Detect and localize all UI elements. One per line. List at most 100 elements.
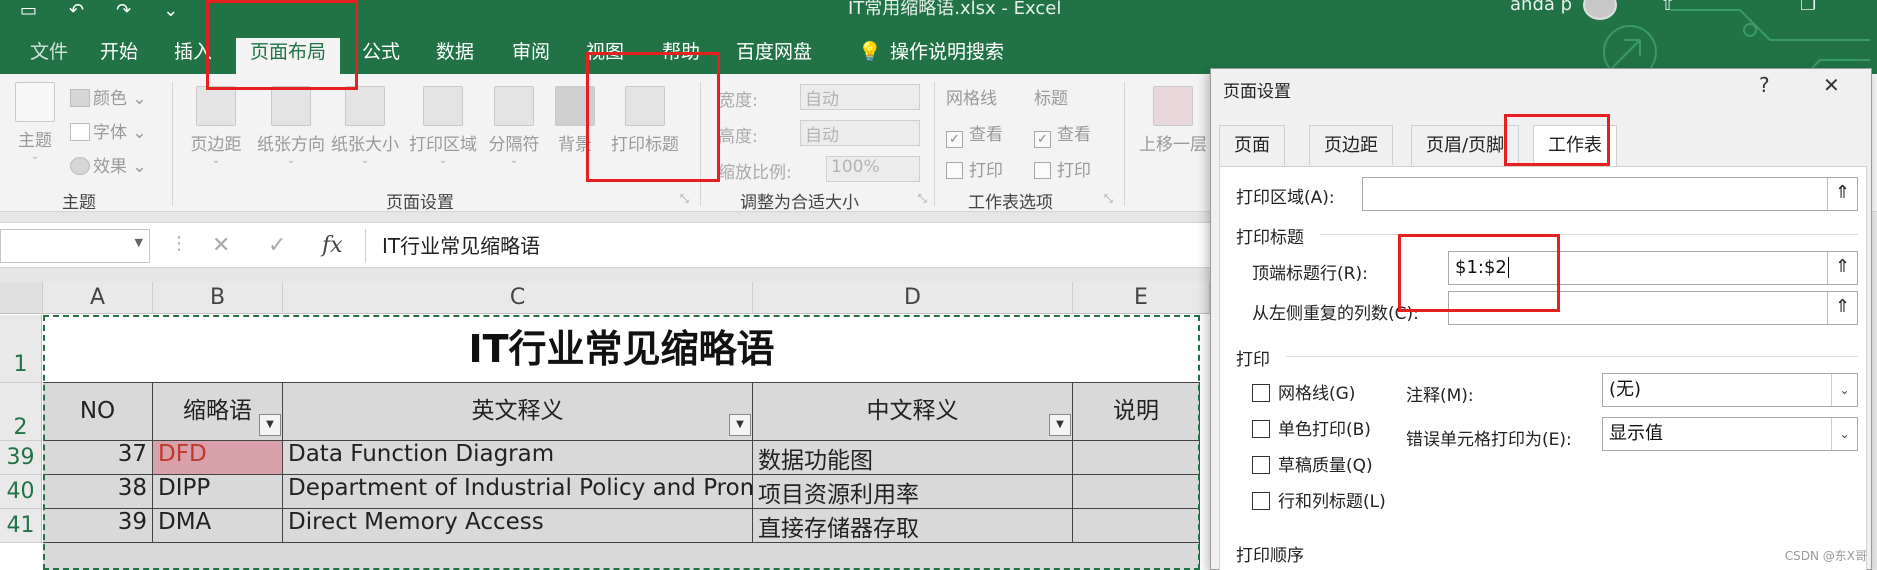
dialog-tab-page[interactable]: 页面	[1219, 125, 1285, 165]
draft-quality-checkbox[interactable]: 草稿质量(Q)	[1252, 451, 1373, 476]
enter-icon[interactable]: ✓	[268, 233, 286, 258]
print-titles-button[interactable]: 打印标题	[606, 86, 684, 155]
close-icon[interactable]: ✕	[1823, 73, 1840, 97]
row-header-2[interactable]: 2	[0, 383, 42, 441]
comments-select[interactable]: (无) ⌄	[1602, 373, 1858, 407]
row-header-39[interactable]: 39	[0, 441, 42, 475]
gridlines-view-checkbox[interactable]: ✓ 查看	[946, 120, 1003, 148]
column-header-d[interactable]: D	[753, 282, 1073, 314]
black-white-checkbox[interactable]: 单色打印(B)	[1252, 415, 1371, 440]
name-box[interactable]: ▼	[0, 229, 150, 263]
table-cell[interactable]: 项目资源利用率	[753, 475, 1073, 509]
row-header-1[interactable]: 1	[0, 315, 42, 383]
print-area-input[interactable]: ⇑	[1362, 177, 1858, 211]
select-all-corner[interactable]	[0, 282, 43, 314]
margins-button[interactable]: 页边距 ⌄	[186, 86, 246, 166]
tab-data[interactable]: 数据	[426, 40, 484, 74]
top-rows-input[interactable]: $1:$2 ⇑	[1448, 251, 1858, 285]
row-header-41[interactable]: 41	[0, 509, 42, 543]
table-cell[interactable]: Data Function Diagram	[283, 441, 753, 475]
fonts-button[interactable]: 字体 ⌄	[70, 118, 147, 143]
size-button[interactable]: 纸张大小 ⌄	[328, 86, 402, 166]
background-button[interactable]: 背景	[552, 86, 598, 155]
save-icon[interactable]: ▭	[20, 0, 37, 21]
column-header-b[interactable]: B	[153, 282, 283, 314]
collapse-dialog-icon[interactable]: ⇑	[1827, 178, 1857, 210]
row-col-headings-checkbox[interactable]: 行和列标题(L)	[1252, 487, 1386, 512]
table-cell[interactable]: Department of Industrial Policy and Prom…	[283, 475, 753, 509]
dialog-launcher-icon[interactable]: ⤡	[918, 192, 927, 206]
customize-qat-icon[interactable]: ⌄	[163, 0, 178, 21]
orientation-button[interactable]: 纸张方向 ⌄	[252, 86, 330, 166]
dialog-tab-header-footer[interactable]: 页眉/页脚	[1411, 125, 1520, 165]
bring-forward-button[interactable]: 上移一层	[1136, 86, 1210, 155]
chevron-down-icon: ⌄	[30, 151, 40, 162]
sheet-title-cell[interactable]: IT行业常见缩略语	[43, 315, 1200, 383]
table-cell[interactable]: 数据功能图	[753, 441, 1073, 475]
headings-print-checkbox[interactable]: 打印	[1034, 156, 1091, 181]
table-cell-highlighted[interactable]: DFD	[153, 441, 283, 475]
column-header-e[interactable]: E	[1073, 282, 1210, 314]
effects-button[interactable]: 效果 ⌄	[70, 152, 147, 177]
headings-view-checkbox[interactable]: ✓ 查看	[1034, 120, 1091, 148]
tab-view[interactable]: 视图	[576, 40, 634, 74]
table-cell[interactable]: 直接存储器存取	[753, 509, 1073, 543]
header-cell-note[interactable]: 说明	[1073, 383, 1200, 441]
gridlines-print-checkbox[interactable]: 打印	[946, 156, 1003, 181]
checkbox-checked-icon: ✓	[1034, 131, 1051, 148]
dialog-tab-margins[interactable]: 页边距	[1309, 125, 1393, 165]
tab-page-layout[interactable]: 页面布局	[236, 38, 341, 74]
tab-file[interactable]: 文件	[20, 40, 78, 74]
scale-input[interactable]: 100%	[826, 156, 920, 182]
header-cell-english[interactable]: 英文释义	[283, 383, 753, 441]
cancel-icon[interactable]: ✕	[212, 233, 230, 258]
help-button[interactable]: ?	[1759, 73, 1770, 97]
formula-input[interactable]: IT行业常见缩略语	[365, 229, 1210, 263]
tell-me-search[interactable]: 操作说明搜索	[880, 40, 1014, 74]
page-setup-dialog: 页面设置 ? ✕ 页面 页边距 页眉/页脚 工作表 打印区域(A): ⇑ 打印标…	[1210, 68, 1872, 570]
column-header-a[interactable]: A	[43, 282, 153, 314]
header-cell-chinese[interactable]: 中文释义	[753, 383, 1073, 441]
filter-dropdown-icon[interactable]: ▼	[1049, 414, 1071, 436]
dialog-tab-sheet[interactable]: 工作表	[1533, 125, 1617, 167]
tab-formulas[interactable]: 公式	[352, 40, 410, 74]
gridlines-checkbox[interactable]: 网格线(G)	[1252, 379, 1355, 404]
left-cols-input[interactable]: ⇑	[1448, 291, 1858, 325]
column-header-c[interactable]: C	[283, 282, 753, 314]
height-select[interactable]: 自动	[800, 120, 920, 146]
breaks-button[interactable]: 分隔符 ⌄	[484, 86, 544, 166]
table-cell[interactable]: DIPP	[153, 475, 283, 509]
collapse-dialog-icon[interactable]: ⇑	[1827, 252, 1857, 284]
header-cell-no[interactable]: NO	[43, 383, 153, 441]
tab-review[interactable]: 审阅	[502, 40, 560, 74]
print-area-button[interactable]: 打印区域 ⌄	[406, 86, 480, 166]
dialog-launcher-icon[interactable]: ⤡	[680, 192, 689, 206]
table-cell[interactable]	[1073, 441, 1200, 475]
orientation-icon	[271, 86, 311, 126]
errors-select[interactable]: 显示值 ⌄	[1602, 417, 1858, 451]
tab-help[interactable]: 帮助	[652, 40, 710, 74]
table-cell[interactable]: DMA	[153, 509, 283, 543]
more-icon: ⋮	[170, 233, 188, 254]
table-cell[interactable]: 37	[43, 441, 153, 475]
table-cell[interactable]: 38	[43, 475, 153, 509]
tab-home[interactable]: 开始	[90, 40, 148, 74]
themes-button[interactable]: 主题 ⌄	[12, 82, 58, 162]
redo-icon[interactable]: ↷	[116, 0, 131, 21]
insert-function-icon[interactable]: fx	[322, 233, 343, 258]
filter-dropdown-icon[interactable]: ▼	[729, 414, 751, 436]
dialog-launcher-icon[interactable]: ⤡	[1104, 192, 1113, 206]
colors-button[interactable]: 颜色 ⌄	[70, 84, 147, 109]
table-cell[interactable]: 39	[43, 509, 153, 543]
undo-icon[interactable]: ↶	[69, 0, 84, 21]
collapse-dialog-icon[interactable]: ⇑	[1827, 292, 1857, 324]
filter-dropdown-icon[interactable]: ▼	[259, 414, 281, 436]
tab-insert[interactable]: 插入	[164, 40, 222, 74]
row-header-40[interactable]: 40	[0, 475, 42, 509]
table-cell[interactable]	[1073, 475, 1200, 509]
tab-baidu-netdisk[interactable]: 百度网盘	[726, 40, 822, 74]
table-cell[interactable]	[1073, 509, 1200, 543]
table-cell[interactable]: Direct Memory Access	[283, 509, 753, 543]
chevron-down-icon: ⌄	[1831, 418, 1857, 450]
width-select[interactable]: 自动	[800, 84, 920, 110]
